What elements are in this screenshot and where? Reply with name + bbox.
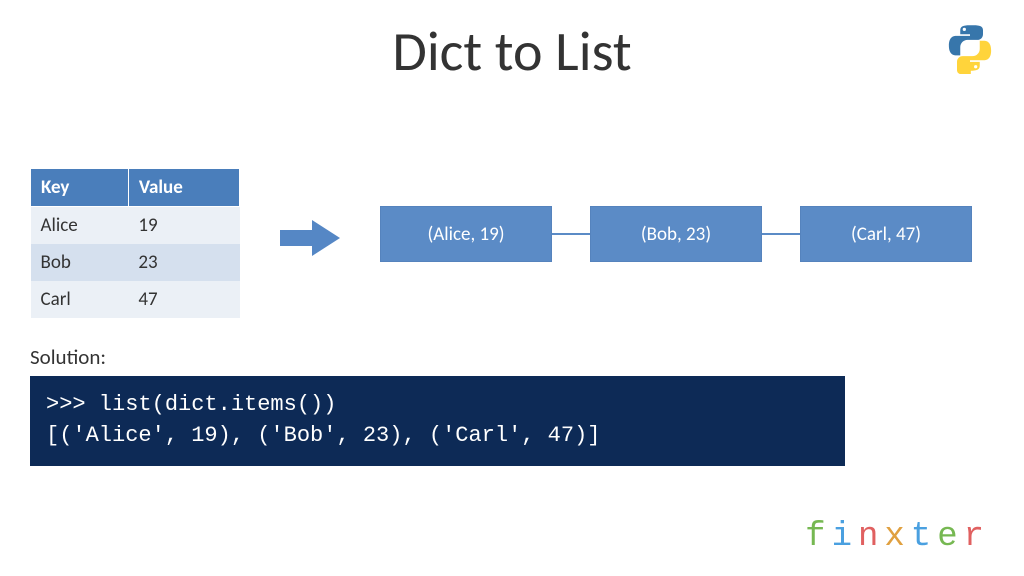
brand-letter: n — [858, 518, 884, 556]
cell-value: 19 — [128, 207, 239, 245]
brand-letter: x — [884, 518, 910, 556]
python-logo-icon — [944, 22, 996, 79]
cell-value: 47 — [128, 281, 239, 318]
list-node: (Carl, 47) — [800, 206, 972, 262]
page-title: Dict to List — [0, 18, 1024, 86]
dict-table: Key Value Alice 19 Bob 23 Carl 47 — [30, 168, 240, 318]
table-row: Carl 47 — [31, 281, 240, 318]
cell-key: Carl — [31, 281, 129, 318]
brand-logo: finxter — [805, 518, 990, 556]
list-node: (Alice, 19) — [380, 206, 552, 262]
col-key: Key — [31, 169, 129, 207]
table-header-row: Key Value — [31, 169, 240, 207]
linked-list: (Alice, 19) (Bob, 23) (Carl, 47) — [380, 206, 972, 262]
brand-letter: f — [805, 518, 831, 556]
brand-letter: t — [911, 518, 937, 556]
brand-letter: e — [937, 518, 963, 556]
table-row: Bob 23 — [31, 244, 240, 281]
code-block: >>> list(dict.items()) [('Alice', 19), (… — [30, 376, 845, 466]
brand-letter: i — [832, 518, 858, 556]
cell-key: Bob — [31, 244, 129, 281]
brand-letter: r — [964, 518, 990, 556]
arrow-right-icon — [280, 218, 342, 263]
table-row: Alice 19 — [31, 207, 240, 245]
list-node: (Bob, 23) — [590, 206, 762, 262]
connector-line — [552, 233, 590, 235]
cell-value: 23 — [128, 244, 239, 281]
cell-key: Alice — [31, 207, 129, 245]
solution-label: Solution: — [30, 344, 106, 370]
col-value: Value — [128, 169, 239, 207]
connector-line — [762, 233, 800, 235]
